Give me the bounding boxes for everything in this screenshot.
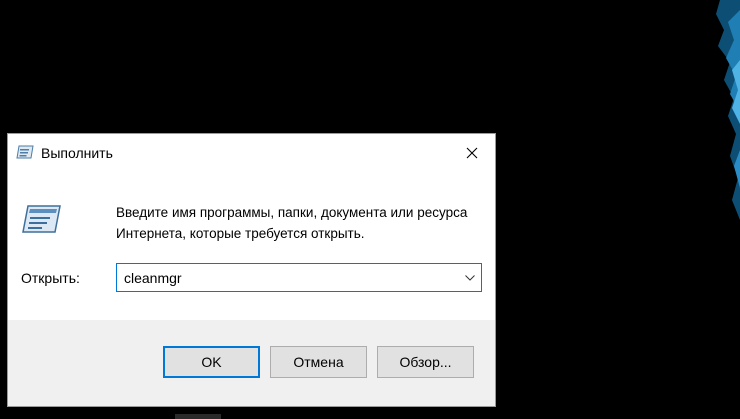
ok-button[interactable]: OK [163,346,260,378]
close-button[interactable] [449,134,495,172]
button-bar: OK Отмена Обзор... [8,320,495,406]
cancel-button[interactable]: Отмена [270,346,367,378]
dialog-title: Выполнить [41,145,113,161]
description-text: Введите имя программы, папки, документа … [116,205,468,241]
title-bar[interactable]: Выполнить [8,134,495,172]
close-icon [466,147,478,159]
dropdown-button[interactable] [459,264,481,291]
run-dialog: Выполнить Введите имя программы, папки, … [7,133,496,407]
run-icon [16,145,34,159]
browse-button[interactable]: Обзор... [377,346,474,378]
desktop: Выполнить Введите имя программы, папки, … [0,0,740,419]
chevron-down-icon [465,274,475,281]
open-label: Открыть: [21,270,80,286]
command-combobox[interactable] [116,263,482,292]
taskbar-item[interactable] [175,414,221,419]
command-input[interactable] [117,264,453,291]
wallpaper-art [716,0,740,220]
run-program-icon [22,205,61,233]
dialog-content: Введите имя программы, папки, документа … [8,172,495,320]
